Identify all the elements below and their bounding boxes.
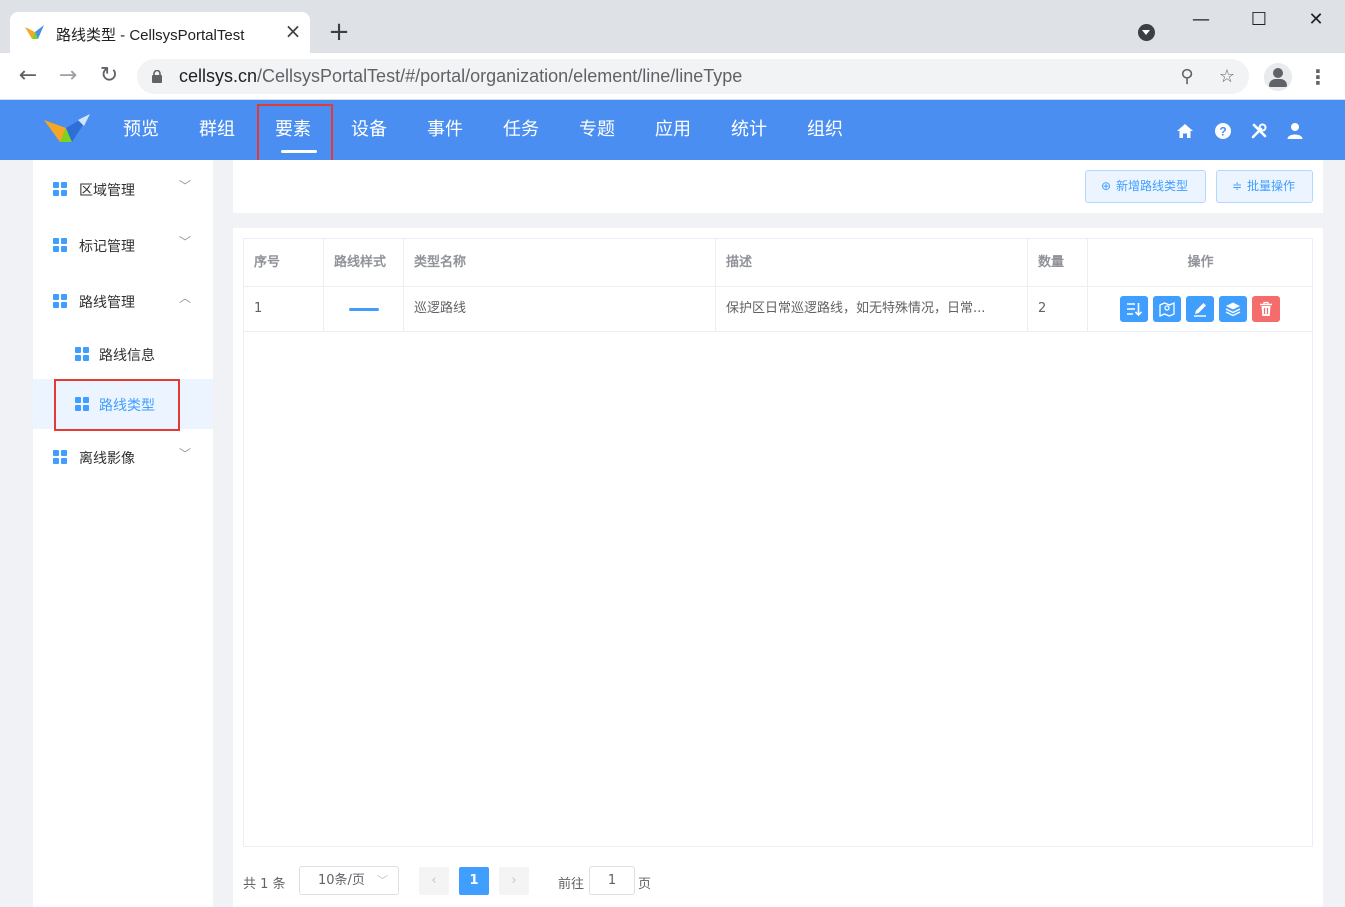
edit-icon <box>1194 303 1206 317</box>
add-route-type-button[interactable]: ⊕ 新增路线类型 <box>1085 170 1206 203</box>
nav-preview[interactable]: 预览 <box>111 100 171 160</box>
sidebar-item-label: 路线管理 <box>79 295 135 311</box>
column-header: 数量 <box>1028 239 1088 287</box>
app-logo <box>44 114 90 142</box>
table-cell-description: 保护区日常巡逻路线，如无特殊情况，日常... <box>716 287 1028 332</box>
column-header: 路线样式 <box>324 239 404 287</box>
grid-icon <box>75 347 89 361</box>
delete-button[interactable] <box>1252 296 1280 322</box>
table-cell-operations <box>1088 287 1313 332</box>
table-cell-line-style <box>324 287 404 332</box>
reload-icon[interactable]: ↻ <box>96 63 122 89</box>
column-header: 操作 <box>1088 239 1313 287</box>
goto-label: 前往 <box>558 877 585 892</box>
browser-tab-strip: 路线类型 - CellsysPortalTest × + — ☐ ✕ <box>0 0 1345 53</box>
home-icon[interactable] <box>1176 122 1194 140</box>
delete-icon <box>1260 301 1272 316</box>
maximize-icon[interactable]: ☐ <box>1244 8 1274 32</box>
chevron-down-icon: ﹀ <box>179 447 192 461</box>
back-icon[interactable]: ← <box>15 63 41 89</box>
browser-profile-avatar[interactable] <box>1264 63 1292 91</box>
svg-text:?: ? <box>1219 125 1226 139</box>
sidebar-item-label: 标记管理 <box>79 239 135 255</box>
sort-icon <box>1127 303 1142 317</box>
nav-tasks[interactable]: 任务 <box>491 100 551 160</box>
nav-devices[interactable]: 设备 <box>339 100 399 160</box>
nav-statistics[interactable]: 统计 <box>719 100 779 160</box>
tab-search-icon[interactable] <box>1138 24 1155 41</box>
map-icon <box>1159 301 1175 317</box>
chevron-up-icon: ︿ <box>179 291 192 305</box>
grid-icon <box>53 294 67 308</box>
nav-groups[interactable]: 群组 <box>187 100 247 160</box>
plus-circle-icon: ⊕ <box>1101 179 1112 193</box>
route-type-table-card: 序号 路线样式 类型名称 描述 数量 操作 1 巡逻路线 保护区日常巡逻路线，如… <box>233 228 1323 907</box>
sidebar: 区域管理 ﹀ 标记管理 ﹀ 路线管理 ︿ 路线信息 路线类型 离线影像 ﹀ <box>33 160 213 907</box>
sidebar-item-marker-management[interactable]: 标记管理 ﹀ <box>33 217 213 273</box>
page-size-select[interactable]: 10条/页 ﹀ <box>299 866 399 895</box>
browser-menu-icon[interactable]: ⋮ <box>1308 66 1328 88</box>
table-cell-count: 2 <box>1028 287 1088 332</box>
tools-icon[interactable] <box>1250 122 1268 140</box>
new-tab-icon[interactable]: + <box>326 19 352 46</box>
chevron-down-icon: ﹀ <box>179 235 192 249</box>
sidebar-route-type-highlight-box <box>54 379 180 431</box>
minimize-icon[interactable]: — <box>1186 8 1216 32</box>
app-header: 预览 群组 要素 设备 事件 任务 专题 应用 统计 组织 ? <box>0 100 1345 160</box>
sidebar-item-route-management[interactable]: 路线管理 ︿ <box>33 273 213 329</box>
pagination: 共 1 条 10条/页 ﹀ ‹ 1 › 前往 页 <box>233 866 933 896</box>
chevron-down-icon: ﹀ <box>179 179 192 193</box>
nav-organization[interactable]: 组织 <box>795 100 855 160</box>
url-text: cellsys.cn/CellsysPortalTest/#/portal/or… <box>179 66 743 86</box>
sidebar-item-label: 区域管理 <box>79 183 135 199</box>
next-page-button[interactable]: › <box>499 867 529 895</box>
table-cell-index: 1 <box>244 287 324 332</box>
nav-elements-highlight-box <box>257 104 333 163</box>
zoom-icon[interactable]: ⚲ <box>1175 65 1199 89</box>
sidebar-item-label: 路线信息 <box>99 348 155 364</box>
layers-icon <box>1225 302 1241 317</box>
grid-icon <box>53 238 67 252</box>
action-bar: ⊕ 新增路线类型 ≑ 批量操作 <box>233 160 1323 213</box>
sidebar-subitem-route-info[interactable]: 路线信息 <box>33 329 213 379</box>
lock-icon <box>152 70 162 83</box>
sidebar-item-offline-imagery[interactable]: 离线影像 ﹀ <box>33 429 213 485</box>
column-header: 类型名称 <box>404 239 716 287</box>
bookmark-star-icon[interactable]: ☆ <box>1215 65 1239 89</box>
nav-topics[interactable]: 专题 <box>567 100 627 160</box>
address-bar[interactable]: cellsys.cn/CellsysPortalTest/#/portal/or… <box>137 59 1249 94</box>
page-number-button[interactable]: 1 <box>459 867 489 895</box>
column-header: 序号 <box>244 239 324 287</box>
tab-close-icon[interactable]: × <box>282 20 304 42</box>
goto-page-input[interactable] <box>589 866 635 895</box>
sidebar-item-label: 离线影像 <box>79 451 135 467</box>
column-header: 描述 <box>716 239 1028 287</box>
browser-tab[interactable]: 路线类型 - CellsysPortalTest × <box>10 12 310 53</box>
app-favicon-icon <box>25 25 44 39</box>
grid-icon <box>53 182 67 196</box>
filter-sliders-icon: ≑ <box>1232 179 1243 193</box>
route-type-table: 序号 路线样式 类型名称 描述 数量 操作 1 巡逻路线 保护区日常巡逻路线，如… <box>243 238 1313 847</box>
sidebar-item-area-management[interactable]: 区域管理 ﹀ <box>33 161 213 217</box>
edit-button[interactable] <box>1186 296 1214 322</box>
window-close-icon[interactable]: ✕ <box>1301 8 1331 32</box>
map-button[interactable] <box>1153 296 1181 322</box>
nav-events[interactable]: 事件 <box>415 100 475 160</box>
nav-apps[interactable]: 应用 <box>643 100 703 160</box>
chevron-down-icon: ﹀ <box>377 874 388 887</box>
prev-page-button[interactable]: ‹ <box>419 867 449 895</box>
help-icon[interactable]: ? <box>1214 122 1232 140</box>
layers-button[interactable] <box>1219 296 1247 322</box>
table-cell-type-name: 巡逻路线 <box>404 287 716 332</box>
user-icon[interactable] <box>1286 122 1304 140</box>
forward-icon[interactable]: → <box>55 63 81 89</box>
sort-button[interactable] <box>1120 296 1148 322</box>
pagination-total: 共 1 条 <box>243 877 286 892</box>
goto-suffix-label: 页 <box>638 877 652 892</box>
grid-icon <box>53 450 67 464</box>
batch-operation-button[interactable]: ≑ 批量操作 <box>1216 170 1313 203</box>
browser-toolbar: ← → ↻ cellsys.cn/CellsysPortalTest/#/por… <box>0 53 1345 100</box>
line-style-swatch <box>349 308 379 311</box>
browser-tab-title: 路线类型 - CellsysPortalTest <box>56 27 245 44</box>
